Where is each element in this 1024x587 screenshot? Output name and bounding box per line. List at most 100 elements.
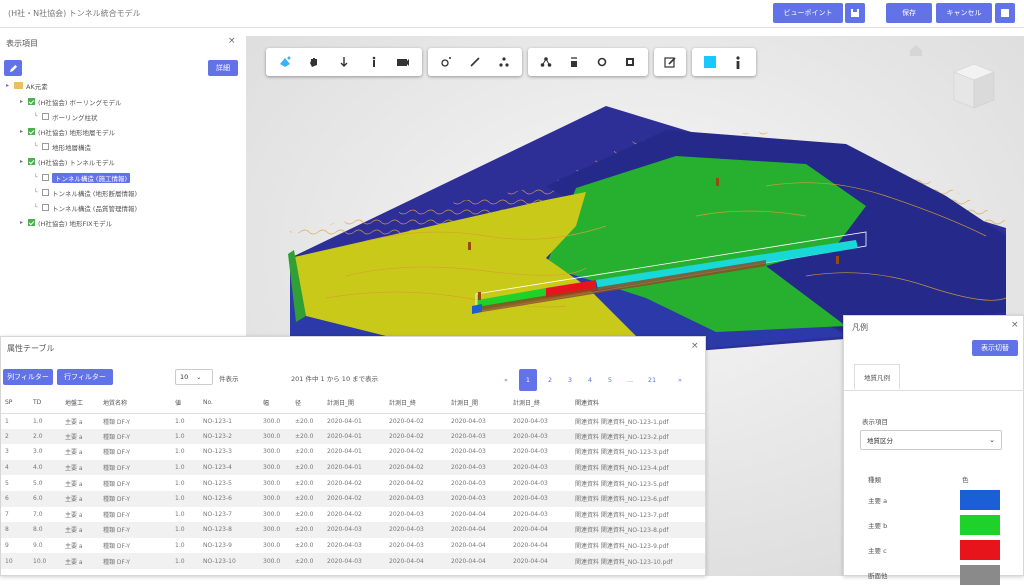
expand-toggle-icon[interactable]: ▸ — [6, 82, 14, 89]
table-row[interactable]: 5 5.0 主要 a 種類 DF-Y 1.0 NO-123-5 300.0 ±20.0 2020… — [1, 475, 705, 491]
tree-item[interactable]: └ トンネル構造 (施工情報) — [34, 172, 131, 183]
measure-area-icon[interactable] — [494, 52, 514, 72]
legend-item-label: 主要 c — [868, 547, 887, 555]
layer-checkbox[interactable] — [28, 219, 35, 226]
clip-icon[interactable] — [564, 52, 584, 72]
page-link[interactable]: 5 — [601, 369, 619, 391]
table-cell: 主要 a — [65, 449, 83, 457]
table-cell: ±20.0 — [291, 522, 323, 538]
column-header[interactable]: 値 — [171, 393, 199, 414]
expand-toggle-icon[interactable]: ▸ — [20, 219, 28, 226]
tree-connector: └ — [34, 189, 38, 196]
layer-checkbox[interactable] — [42, 189, 49, 196]
focus-icon[interactable] — [592, 52, 612, 72]
tree-item[interactable]: ▸ (H社協会) トンネルモデル — [20, 156, 115, 167]
info-icon[interactable] — [728, 52, 748, 72]
pan-icon[interactable] — [304, 52, 324, 72]
table-cell: 2020-04-03 — [513, 510, 548, 518]
page-link[interactable]: 21 — [643, 369, 661, 391]
expand-toggle-icon[interactable]: ▸ — [20, 128, 28, 135]
measure-point-icon[interactable] — [436, 52, 456, 72]
legend-toggle-button[interactable]: 表示切替 — [972, 340, 1018, 356]
table-row[interactable]: 1 1.0 主要 a 種類 DF-Y 1.0 NO-123-1 300.0 ±20.0 2020… — [1, 413, 705, 429]
annotate-icon[interactable] — [660, 52, 680, 72]
column-header[interactable]: 計測日_開 — [323, 393, 385, 414]
legend-color-swatch — [960, 540, 1000, 560]
tree-item[interactable]: ▸ (H社協会) 地形FIXモデル — [20, 217, 112, 228]
column-header[interactable]: SP — [1, 393, 29, 414]
table-row[interactable]: 6 6.0 主要 a 種類 DF-Y 1.0 NO-123-6 300.0 ±20.0 2020… — [1, 490, 705, 507]
layer-checkbox[interactable] — [28, 98, 35, 105]
legend-item-label: 主要 b — [868, 522, 888, 530]
page-link[interactable]: 1 — [519, 369, 537, 391]
table-row[interactable]: 10 10.0 主要 a 種類 DF-Y 1.0 NO-123-10 300.0 ±20.0 2… — [1, 553, 705, 569]
column-filter-button[interactable]: 列フィルター — [3, 369, 53, 385]
table-cell: 7.0 — [33, 510, 43, 518]
save-button[interactable]: 保存 — [886, 3, 932, 23]
layer-checkbox[interactable] — [42, 204, 49, 211]
color-icon[interactable] — [700, 52, 720, 72]
fit-icon[interactable] — [620, 52, 640, 72]
tree-item[interactable]: └ トンネル構造 (地形断層情報) — [34, 187, 137, 198]
prev-page-icon[interactable]: « — [497, 369, 515, 391]
table-cell: 2020-04-03 — [447, 490, 509, 507]
table-row[interactable]: 3 3.0 主要 a 種類 DF-Y 1.0 NO-123-3 300.0 ±20.0 2020… — [1, 444, 705, 460]
column-header[interactable]: 幅 — [259, 393, 291, 414]
tree-item[interactable]: ▸ (H社協会) ボーリングモデル — [20, 96, 122, 107]
tree-item[interactable]: ▸ AK元素 — [6, 80, 48, 91]
page-link[interactable]: » — [671, 369, 689, 391]
move-down-icon[interactable] — [334, 52, 354, 72]
table-row[interactable]: 7 7.0 主要 a 種類 DF-Y 1.0 NO-123-7 300.0 ±20.0 2020… — [1, 507, 705, 523]
measure-line-icon[interactable] — [465, 52, 485, 72]
table-row[interactable]: 2 2.0 主要 a 種類 DF-Y 1.0 NO-123-2 300.0 ±20.0 2020… — [1, 428, 705, 445]
camera-icon[interactable] — [393, 52, 413, 72]
table-row[interactable]: 4 4.0 主要 a 種類 DF-Y 1.0 NO-123-4 300.0 ±20.0 2020… — [1, 459, 705, 476]
page-size-select[interactable]: 10 ⌄ — [175, 369, 213, 385]
column-header[interactable]: 径 — [291, 393, 323, 414]
page-link[interactable]: 2 — [541, 369, 559, 391]
row-filter-button[interactable]: 行フィルター — [57, 369, 113, 385]
layer-checkbox[interactable] — [42, 143, 49, 150]
table-row[interactable]: 9 9.0 主要 a 種類 DF-Y 1.0 NO-123-9 300.0 ±20.0 2020… — [1, 538, 705, 554]
expand-toggle-icon[interactable]: ▸ — [20, 98, 28, 105]
close-icon[interactable]: × — [1011, 320, 1019, 330]
tree-item[interactable]: └ トンネル構造 (品質管理情報) — [34, 202, 137, 213]
column-header[interactable]: 計測日_終 — [509, 393, 571, 414]
close-icon[interactable]: × — [228, 36, 236, 46]
legend-select[interactable]: 地質区分 ⌄ — [860, 430, 1002, 450]
column-header[interactable]: 計測日_終 — [385, 393, 447, 414]
column-header[interactable]: TD — [29, 393, 61, 414]
page-link[interactable]: 4 — [581, 369, 599, 391]
edit-button[interactable] — [4, 60, 22, 76]
layer-checkbox[interactable] — [42, 174, 49, 181]
column-header[interactable]: 計測日_開 — [447, 393, 509, 414]
viewpoint-button[interactable]: ビューポイント — [773, 3, 843, 23]
layer-checkbox[interactable] — [28, 158, 35, 165]
column-header[interactable]: 関連資料 — [571, 393, 705, 414]
layer-checkbox[interactable] — [28, 128, 35, 135]
tree-item[interactable]: ▸ (H社協会) 地形地層モデル — [20, 126, 115, 137]
layer-checkbox[interactable] — [42, 113, 49, 120]
menu-button[interactable] — [995, 3, 1015, 23]
cancel-button[interactable]: キャンセル — [936, 3, 992, 23]
tab-geology-legend[interactable]: 地質凡例 — [854, 364, 900, 390]
page-link[interactable]: ... — [621, 369, 639, 391]
expand-toggle-icon[interactable]: ▸ — [20, 158, 28, 165]
table-cell: 2020-04-03 — [509, 459, 571, 476]
navigation-cube[interactable] — [953, 63, 995, 109]
walk-icon[interactable] — [364, 52, 384, 72]
table-cell: 2.0 — [29, 428, 61, 445]
column-header[interactable]: No. — [199, 393, 259, 414]
table-cell: 300.0 — [263, 479, 281, 487]
column-header[interactable]: 地盤工 — [61, 393, 99, 414]
rotate-icon[interactable] — [275, 52, 295, 72]
table-row[interactable]: 8 8.0 主要 a 種類 DF-Y 1.0 NO-123-8 300.0 ±20.0 2020… — [1, 522, 705, 538]
tree-item[interactable]: └ ボーリング柱状 — [34, 111, 98, 122]
viewpoint-save-button[interactable] — [845, 3, 865, 23]
display-button[interactable]: 詳細 — [208, 60, 238, 76]
section-icon[interactable] — [536, 52, 556, 72]
tree-item[interactable]: └ 地形地層構造 — [34, 141, 91, 152]
column-header[interactable]: 地質名称 — [99, 393, 171, 414]
page-link[interactable]: 3 — [561, 369, 579, 391]
close-icon[interactable]: × — [691, 341, 699, 351]
